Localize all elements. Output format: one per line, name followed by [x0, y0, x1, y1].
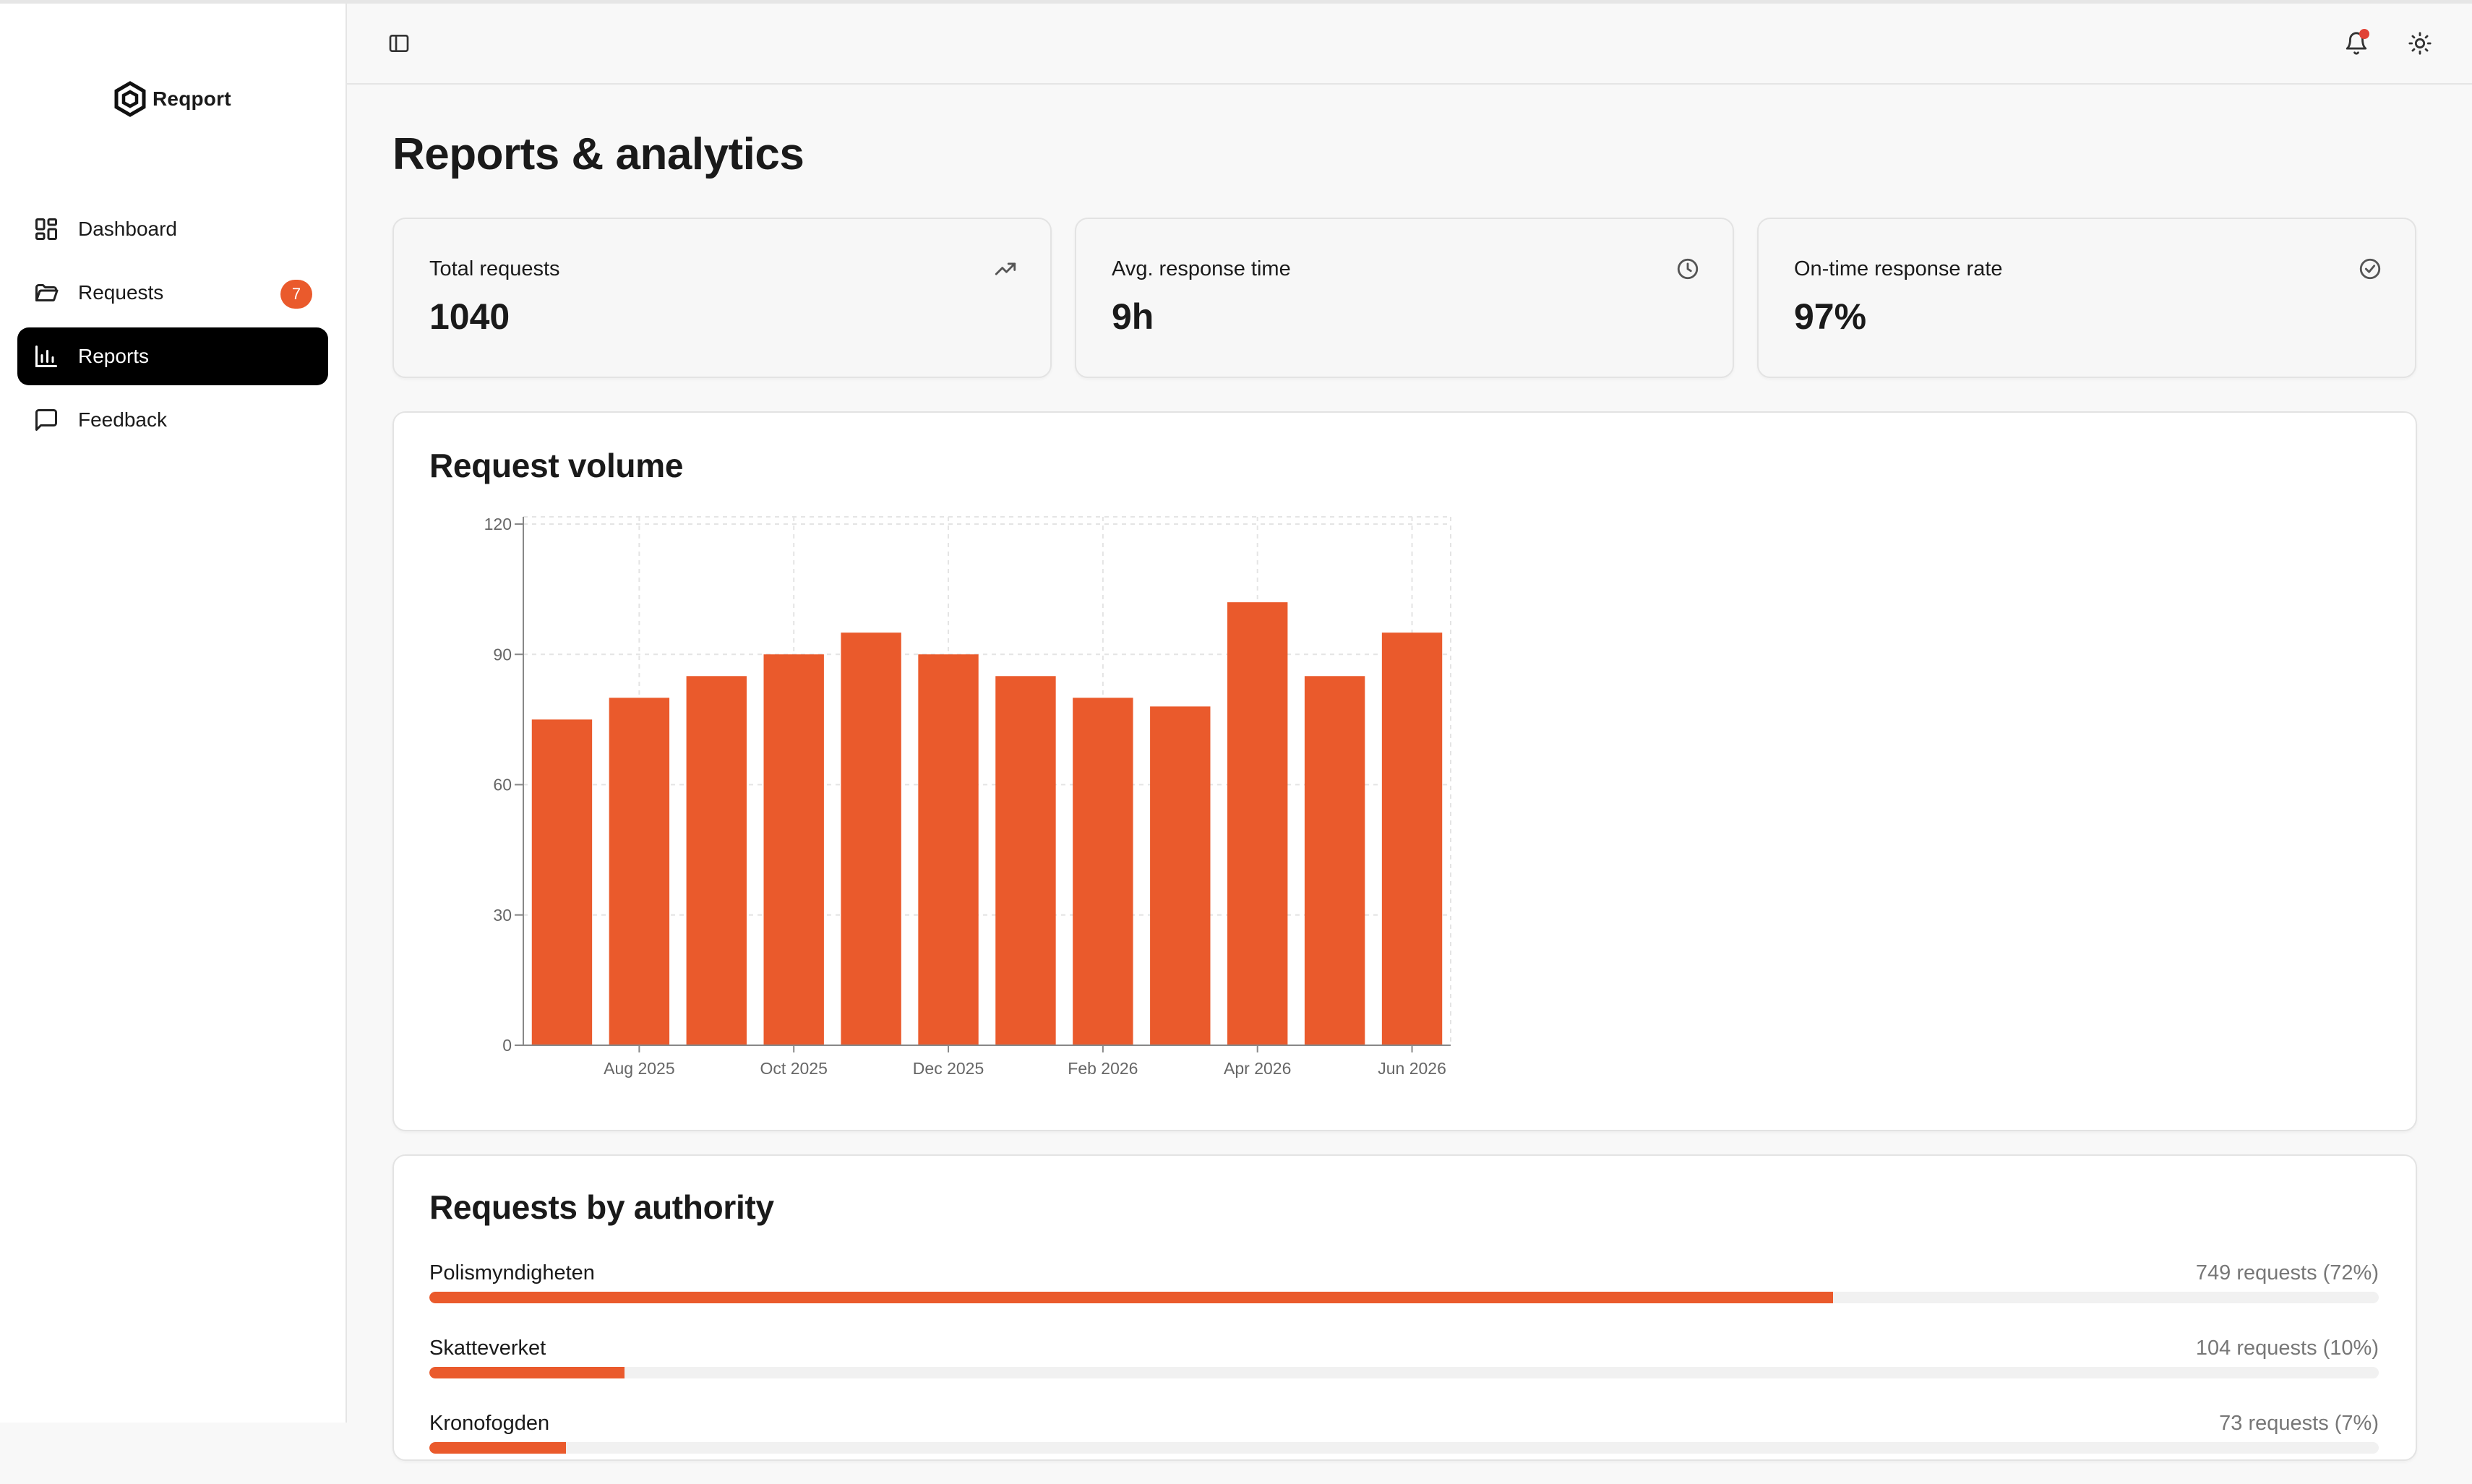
- page-title: Reports & analytics: [392, 129, 804, 179]
- bar: [841, 632, 901, 1045]
- notifications-button[interactable]: [2336, 23, 2377, 64]
- trending-up-icon: [995, 262, 1016, 275]
- authority-progress-track: [429, 1367, 2379, 1378]
- x-tick-label: Jun 2026: [1378, 1059, 1446, 1078]
- sun-icon: [2408, 32, 2432, 55]
- authority-progress-fill: [429, 1442, 566, 1454]
- authority-stat: 749 requests (72%): [2195, 1261, 2379, 1284]
- authority-progress-track: [429, 1442, 2379, 1454]
- bar: [609, 698, 670, 1045]
- stat-label: Avg. response time: [1112, 257, 1291, 280]
- authority-stat: 104 requests (10%): [2195, 1337, 2379, 1360]
- x-tick-label: Aug 2025: [604, 1059, 674, 1078]
- authority-row: Polismyndigheten 749 requests (72%): [429, 1261, 2379, 1334]
- panel-title: Requests by authority: [429, 1188, 774, 1226]
- stat-label: On-time response rate: [1794, 257, 2003, 280]
- clock-icon: [1677, 258, 1699, 280]
- sidebar-toggle-button[interactable]: [379, 23, 419, 64]
- bar: [686, 676, 747, 1045]
- bar: [531, 719, 593, 1045]
- bar: [1227, 602, 1288, 1045]
- authority-progress-fill: [429, 1292, 1833, 1303]
- sidebar: Reqport Dashboard Requests 7 Reports Fee…: [0, 4, 347, 1423]
- authority-progress-track: [429, 1292, 2379, 1303]
- brand-name: Reqport: [153, 87, 231, 110]
- authority-row: Skatteverket 104 requests (10%): [429, 1337, 2379, 1409]
- sidebar-item-feedback[interactable]: Feedback: [17, 391, 328, 449]
- bar: [995, 676, 1056, 1045]
- x-tick-label: Oct 2025: [760, 1059, 828, 1078]
- check-circle-icon: [2359, 258, 2381, 280]
- dashboard-icon: [35, 218, 57, 240]
- authority-name: Polismyndigheten: [429, 1261, 595, 1284]
- top-bar: [347, 4, 2472, 85]
- hexagon-logo-icon: [114, 81, 146, 117]
- sidebar-item-dashboard[interactable]: Dashboard: [17, 200, 328, 258]
- folder-icon: [35, 284, 59, 301]
- stat-value: 1040: [429, 296, 510, 337]
- bar: [1150, 706, 1211, 1045]
- authority-row: Kronofogden 73 requests (7%): [429, 1412, 2379, 1484]
- brand-logo[interactable]: Reqport: [113, 80, 231, 118]
- theme-toggle-button[interactable]: [2400, 23, 2440, 64]
- request-volume-chart: 0 30 60 90 120 Aug 2025 Oct 2025 Dec 2025 Feb 20…: [484, 515, 1451, 1078]
- y-tick-label: 90: [493, 645, 512, 664]
- bar: [1073, 698, 1133, 1045]
- bar-chart-icon: [35, 346, 57, 367]
- requests-count-badge: 7: [280, 280, 312, 309]
- stat-card-on-time-rate: On-time response rate 97%: [1757, 218, 2416, 378]
- sidebar-item-label: Requests: [78, 281, 164, 304]
- authority-name: Skatteverket: [429, 1337, 546, 1360]
- sidebar-item-requests[interactable]: Requests 7: [17, 264, 328, 322]
- authority-panel: Requests by authority Polismyndigheten 7…: [392, 1154, 2417, 1461]
- authority-stat: 73 requests (7%): [2219, 1412, 2379, 1435]
- sidebar-toggle-icon: [389, 35, 409, 52]
- x-tick-label: Apr 2026: [1224, 1059, 1291, 1078]
- sidebar-item-label: Feedback: [78, 408, 167, 431]
- bar: [918, 654, 979, 1045]
- bar: [1381, 632, 1443, 1045]
- y-tick-label: 30: [493, 906, 512, 925]
- stat-label: Total requests: [429, 257, 560, 280]
- sidebar-item-reports[interactable]: Reports: [17, 327, 328, 385]
- bar: [763, 654, 824, 1045]
- stat-card-total-requests: Total requests 1040: [392, 218, 1052, 378]
- x-tick-label: Feb 2026: [1068, 1059, 1138, 1078]
- bar: [1304, 676, 1365, 1045]
- stat-card-avg-response-time: Avg. response time 9h: [1075, 218, 1734, 378]
- message-square-icon: [35, 409, 57, 431]
- sidebar-item-label: Dashboard: [78, 218, 177, 240]
- y-tick-label: 120: [484, 515, 512, 533]
- y-tick-label: 60: [493, 776, 512, 794]
- x-tick-label: Dec 2025: [913, 1059, 984, 1078]
- y-tick-label: 0: [502, 1036, 512, 1055]
- authority-name: Kronofogden: [429, 1412, 550, 1435]
- stat-value: 9h: [1112, 296, 1154, 337]
- sidebar-item-label: Reports: [78, 345, 150, 367]
- authority-progress-fill: [429, 1367, 625, 1378]
- notification-dot: [2359, 29, 2369, 39]
- stat-value: 97%: [1794, 296, 1867, 337]
- request-volume-panel: Request volume 0 30 60 90 120 Aug 2025 Oct 202…: [392, 411, 2417, 1131]
